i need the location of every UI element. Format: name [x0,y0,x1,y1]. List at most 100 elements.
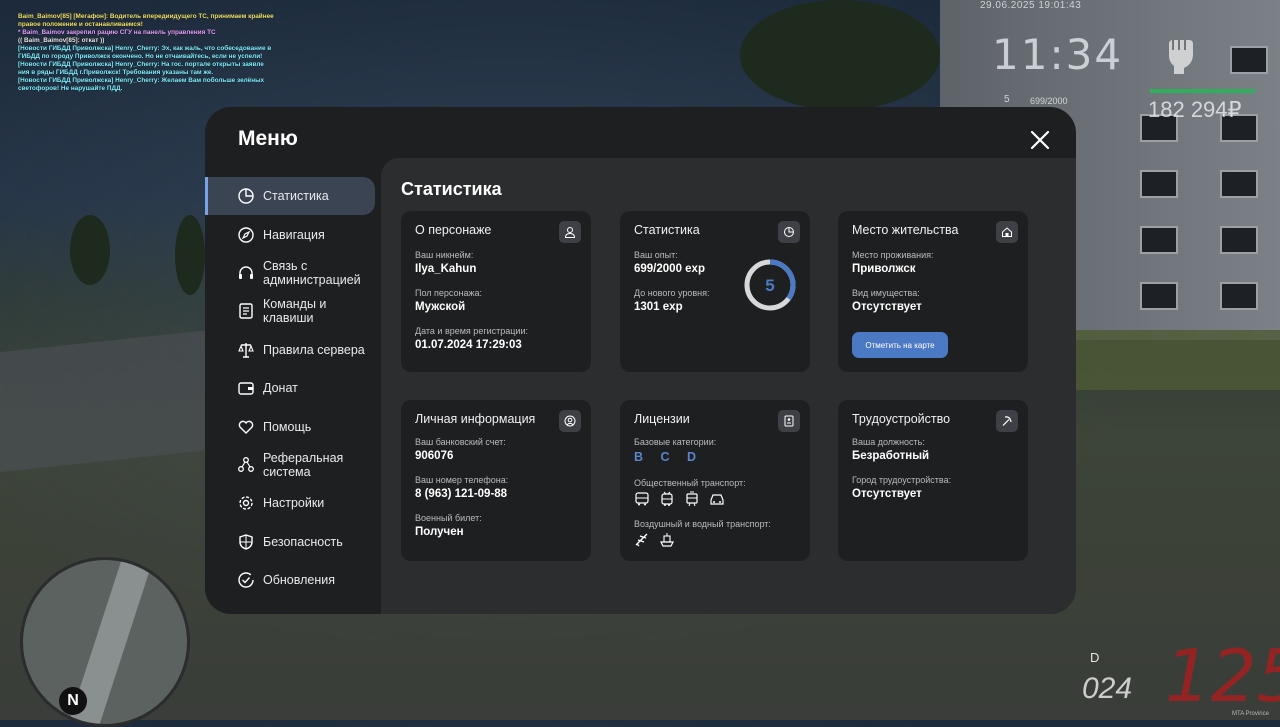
home-icon [996,221,1018,243]
pie-chart-icon [778,221,800,243]
sidebar-item-security[interactable]: Безопасность [205,523,381,561]
boat-icon [660,533,674,547]
chat-line: * Baim_Baimov закрепил рацию СГУ на пане… [18,29,216,36]
sidebar-item-label: Навигация [263,227,325,242]
sidebar: Статистика Навигация Связь с администрац… [205,177,381,599]
field-label: Ваш номер телефона: [415,475,509,485]
sidebar-item-statistics[interactable]: Статистика [205,177,375,216]
sidebar-item-label: Статистика [263,189,329,204]
sidebar-item-admin-contact[interactable]: Связь с администрацией [205,254,381,292]
chat-line: ГИБДД по городу Приволжск окончено. Но н… [18,53,263,60]
gender-value: Мужской [415,301,466,313]
field-label: Вид имущества: [852,288,920,298]
hud-clock: 11:34 [992,30,1124,79]
card-title: Личная информация [415,412,536,426]
job-city-value: Отсутствует [852,488,922,500]
user-circle-icon [559,410,581,432]
residence-value: Приволжск [852,263,916,275]
sidebar-item-updates[interactable]: Обновления [205,561,381,599]
grass [1060,330,1280,390]
phone-value: 8 (963) 121-09-88 [415,488,508,500]
wallet-icon [238,382,254,395]
registration-value: 01.07.2024 17:29:03 [415,339,522,351]
bank-account-value: 906076 [415,450,454,462]
pickaxe-icon [996,410,1018,432]
public-transport-icons [634,491,725,507]
next-level-value: 1301 exp [634,301,683,313]
chat-line: [Новости ГИБДД Приволжска] Henry_Cherry:… [18,61,264,68]
compass-icon [238,226,254,243]
chat-line: (( Baim_Baimov[85]: откат )) [18,37,105,44]
fuel-readout: 024 [1082,672,1133,705]
card-character: О персонаже Ваш никнейм: Ilya_Kahun Пол … [401,211,591,372]
card-title: Лицензии [634,412,690,426]
fist-icon [1169,40,1193,74]
trolleybus-icon [661,491,673,506]
card-residence: Место жительства Место проживания: Приво… [838,211,1028,372]
chat-line: [Новости ГИБДД Приволжска] Henry_Cherry:… [18,45,272,52]
field-label: Ваша должность: [852,437,925,447]
field-label: Город трудоустройства: [852,475,952,485]
tram-icon [686,491,698,507]
health-bar [1150,89,1255,93]
server-watermark: MTA Province [1232,711,1269,717]
sidebar-item-donate[interactable]: Донат [205,369,381,407]
card-title: Статистика [634,223,700,237]
field-label: До нового уровня: [634,288,710,298]
sidebar-item-help[interactable]: Помощь [205,407,381,445]
field-label: Воздушный и водный транспорт: [634,519,771,529]
air-water-transport-icons [634,532,675,548]
sidebar-item-label: Обновления [263,573,335,588]
statistics-content: Статистика О персонаже Ваш никнейм: Ilya… [381,158,1076,614]
card-title: Место жительства [852,223,959,237]
headset-icon [239,266,253,279]
menu-title: Меню [238,127,298,150]
hud-exp: 699/2000 [1030,96,1068,106]
sidebar-item-label: Настройки [263,496,325,511]
chat-line: правое положение и останавливаемся! [18,21,143,28]
card-title: Трудоустройство [852,412,951,426]
field-label: Военный билет: [415,513,482,523]
sidebar-item-commands[interactable]: Команды и клавиши [205,292,381,330]
content-title: Статистика [401,179,502,199]
card-employment: Трудоустройство Ваша должность: Безработ… [838,400,1028,561]
chat-line: Baim_Baimov[85] [Мегафон]: Водитель впер… [18,13,274,20]
field-label: Место проживания: [852,250,934,260]
field-label: Пол персонажа: [415,288,483,298]
property-value: Отсутствует [852,301,922,313]
level-value: 5 [765,276,774,295]
check-circle-icon [238,572,254,588]
sidebar-item-label: Реферальная система [263,450,344,479]
job-position-value: Безработный [852,450,930,462]
minimap [20,557,190,727]
scales-icon [238,342,254,358]
sidebar-item-label: Команды и клавиши [263,297,327,326]
field-label: Дата и время регистрации: [415,326,528,336]
field-label: Ваш банковский счет: [415,437,506,447]
card-personal: Личная информация Ваш банковский счет: 9… [401,400,591,561]
network-icon [238,456,254,472]
north-indicator: N [59,687,87,715]
level-ring: 5 [744,259,796,311]
chat-line: ния в ряды ГИБДД г.Приволжск! Требования… [18,69,214,76]
speedometer: 125 [1165,634,1280,718]
close-icon[interactable] [1027,127,1053,153]
list-icon [239,303,253,320]
mark-on-map-button[interactable]: Отметить на карте [852,332,948,358]
license-categories: B C D [634,450,704,464]
sidebar-item-referral[interactable]: Реферальная система [205,446,381,484]
chat-log: Baim_Baimov[85] [Мегафон]: Водитель впер… [18,13,278,93]
bus-icon [635,492,649,506]
sidebar-item-label: Донат [263,381,298,396]
field-label: Ваш опыт: [634,250,678,260]
hud-date: 29.06.2025 19:01:43 [980,0,1082,11]
sidebar-item-settings[interactable]: Настройки [205,484,381,522]
sidebar-item-rules[interactable]: Правила сервера [205,331,381,369]
sidebar-item-navigation[interactable]: Навигация [205,215,381,253]
sidebar-item-label: Безопасность [263,534,343,549]
tree [70,215,110,285]
menu-panel: Меню Статистика Навигация Связь с админи… [205,107,1076,614]
chat-line: [Новости ГИБДД Приволжска] Henry_Cherry:… [18,77,265,84]
id-card-icon [778,410,800,432]
sidebar-item-label: Связь с администрацией [263,258,361,287]
